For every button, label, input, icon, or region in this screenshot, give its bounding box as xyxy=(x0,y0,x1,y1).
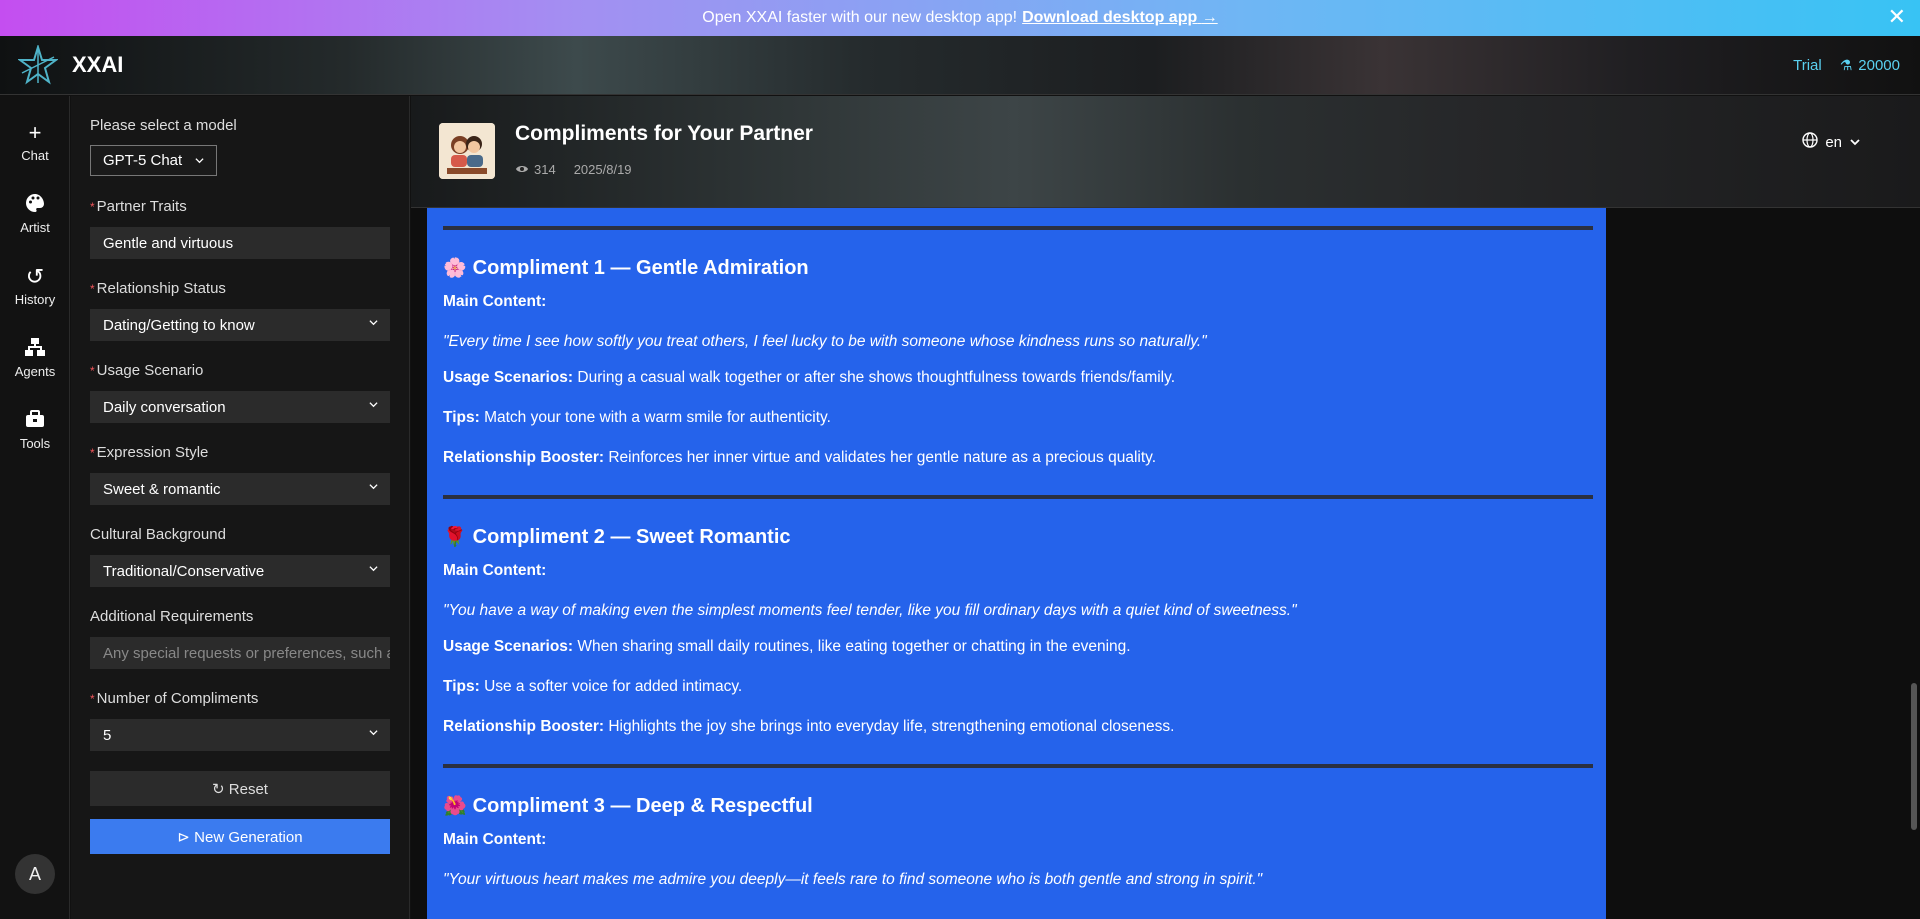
chevron-down-icon xyxy=(369,402,378,408)
usage-scenario-label: * Usage Scenario xyxy=(90,362,204,379)
usage-scenario-select[interactable]: Daily conversation xyxy=(90,391,390,423)
user-avatar[interactable]: A xyxy=(15,854,55,894)
rose-icon: 🌹 xyxy=(443,527,467,548)
scrollbar-thumb[interactable] xyxy=(1911,683,1917,830)
relationship-status-select[interactable]: Dating/Getting to know xyxy=(90,309,390,341)
compliment-title: 🌺 Compliment 3 — Deep & Respectful xyxy=(443,794,813,818)
credits-count: 20000 xyxy=(1858,57,1900,74)
number-of-compliments-select[interactable]: 5 xyxy=(90,719,390,751)
publish-date: 2025/8/19 xyxy=(573,162,632,177)
main-area: Compliments for Your Partner 314 2025/8/… xyxy=(411,96,1920,919)
divider xyxy=(443,495,1593,499)
nav-item-artist[interactable]: Artist xyxy=(0,192,70,235)
cherry-blossom-icon: 🌸 xyxy=(443,258,467,279)
compliment-title: 🌹 Compliment 2 — Sweet Romantic xyxy=(443,525,791,549)
eye-icon xyxy=(515,162,529,177)
nav-item-tools[interactable]: Tools xyxy=(0,408,70,451)
model-value: GPT-5 Chat xyxy=(103,152,183,169)
nav-item-chat[interactable]: + Chat xyxy=(0,120,70,163)
app-header: XXAI Trial ⚗ 20000 xyxy=(0,36,1920,95)
expression-style-select[interactable]: Sweet & romantic xyxy=(90,473,390,505)
plus-icon: + xyxy=(28,120,42,145)
left-nav: + Chat Artist ↺ History Agents Tools A xyxy=(0,96,70,919)
logo-star-icon[interactable] xyxy=(18,45,58,85)
main-content-label: Main Content: xyxy=(443,293,547,310)
app-meta: 314 2025/8/19 xyxy=(515,162,632,177)
generated-content: 🌸 Compliment 1 — Gentle Admiration Main … xyxy=(427,208,1606,919)
divider xyxy=(443,226,1593,230)
agents-icon xyxy=(0,336,70,362)
usage-line: Usage Scenarios: During a casual walk to… xyxy=(443,369,1176,386)
history-icon: ↺ xyxy=(25,264,45,289)
chevron-down-icon xyxy=(369,484,378,490)
tips-line: Tips: Use a softer voice for added intim… xyxy=(443,678,743,695)
account-status[interactable]: Trial ⚗ 20000 xyxy=(1793,36,1900,95)
compliment-title: 🌸 Compliment 1 — Gentle Admiration xyxy=(443,256,809,280)
nav-label: History xyxy=(14,292,56,307)
reset-button[interactable]: ↻ Reset xyxy=(90,771,390,806)
partner-traits-input[interactable]: Gentle and virtuous xyxy=(90,227,390,259)
additional-requirements-label: Additional Requirements xyxy=(90,608,254,625)
compliment-quote: "Every time I see how softly you treat o… xyxy=(443,333,1207,350)
expression-style-label: * Expression Style xyxy=(90,444,209,461)
booster-line: Relationship Booster: Reinforces her inn… xyxy=(443,449,1157,466)
chevron-down-icon xyxy=(369,730,378,736)
toolbox-icon xyxy=(0,408,70,434)
additional-requirements-input[interactable]: Any special requests or preferences, suc… xyxy=(90,637,390,669)
new-generation-button[interactable]: ⊳ New Generation xyxy=(90,819,390,854)
booster-line: Relationship Booster: Highlights the joy… xyxy=(443,718,1175,735)
usage-line: Usage Scenarios: When sharing small dail… xyxy=(443,638,1131,655)
nav-label: Tools xyxy=(19,436,51,451)
relationship-status-label: * Relationship Status xyxy=(90,280,226,297)
cultural-background-label: Cultural Background xyxy=(90,526,226,543)
language-select[interactable]: en xyxy=(1802,132,1860,152)
model-label: Please select a model xyxy=(90,117,237,134)
view-count: 314 xyxy=(534,162,556,177)
brand-name: XXAI xyxy=(72,52,124,77)
language-value: en xyxy=(1825,133,1842,151)
chevron-down-icon xyxy=(369,566,378,572)
promo-banner: Open XXAI faster with our new desktop ap… xyxy=(0,0,1920,36)
page-title: Compliments for Your Partner xyxy=(515,122,813,145)
close-banner-icon[interactable]: ✕ xyxy=(1888,6,1906,28)
model-select[interactable]: GPT-5 Chat xyxy=(90,145,217,176)
tips-line: Tips: Match your tone with a warm smile … xyxy=(443,409,831,426)
nav-label: Agents xyxy=(14,364,56,379)
nav-label: Artist xyxy=(20,220,50,235)
hibiscus-icon: 🌺 xyxy=(443,796,467,817)
cultural-background-select[interactable]: Traditional/Conservative xyxy=(90,555,390,587)
nav-label: Chat xyxy=(21,148,49,163)
nav-item-history[interactable]: ↺ History xyxy=(0,264,70,307)
chevron-down-icon xyxy=(369,320,378,326)
download-desktop-link[interactable]: Download desktop app → xyxy=(1022,9,1218,27)
app-info-header: Compliments for Your Partner 314 2025/8/… xyxy=(411,96,1920,208)
app-thumbnail xyxy=(439,123,495,179)
compliment-quote: "You have a way of making even the simpl… xyxy=(443,602,1297,619)
main-content-label: Main Content: xyxy=(443,562,547,579)
palette-icon xyxy=(0,192,70,218)
flask-icon: ⚗ xyxy=(1839,57,1853,73)
number-of-compliments-label: * Number of Compliments xyxy=(90,690,259,707)
compliment-quote: "Your virtuous heart makes me admire you… xyxy=(443,871,1263,888)
divider xyxy=(443,764,1593,768)
banner-text: Open XXAI faster with our new desktop ap… xyxy=(702,9,1018,26)
plan-label[interactable]: Trial xyxy=(1793,57,1822,74)
generator-form: Please select a model GPT-5 Chat * Partne… xyxy=(71,96,410,919)
main-content-label: Main Content: xyxy=(443,831,547,848)
globe-icon xyxy=(1802,132,1819,152)
chevron-down-icon xyxy=(1850,139,1860,146)
partner-traits-label: * Partner Traits xyxy=(90,198,187,215)
nav-item-agents[interactable]: Agents xyxy=(0,336,70,379)
chevron-down-icon xyxy=(195,158,204,164)
